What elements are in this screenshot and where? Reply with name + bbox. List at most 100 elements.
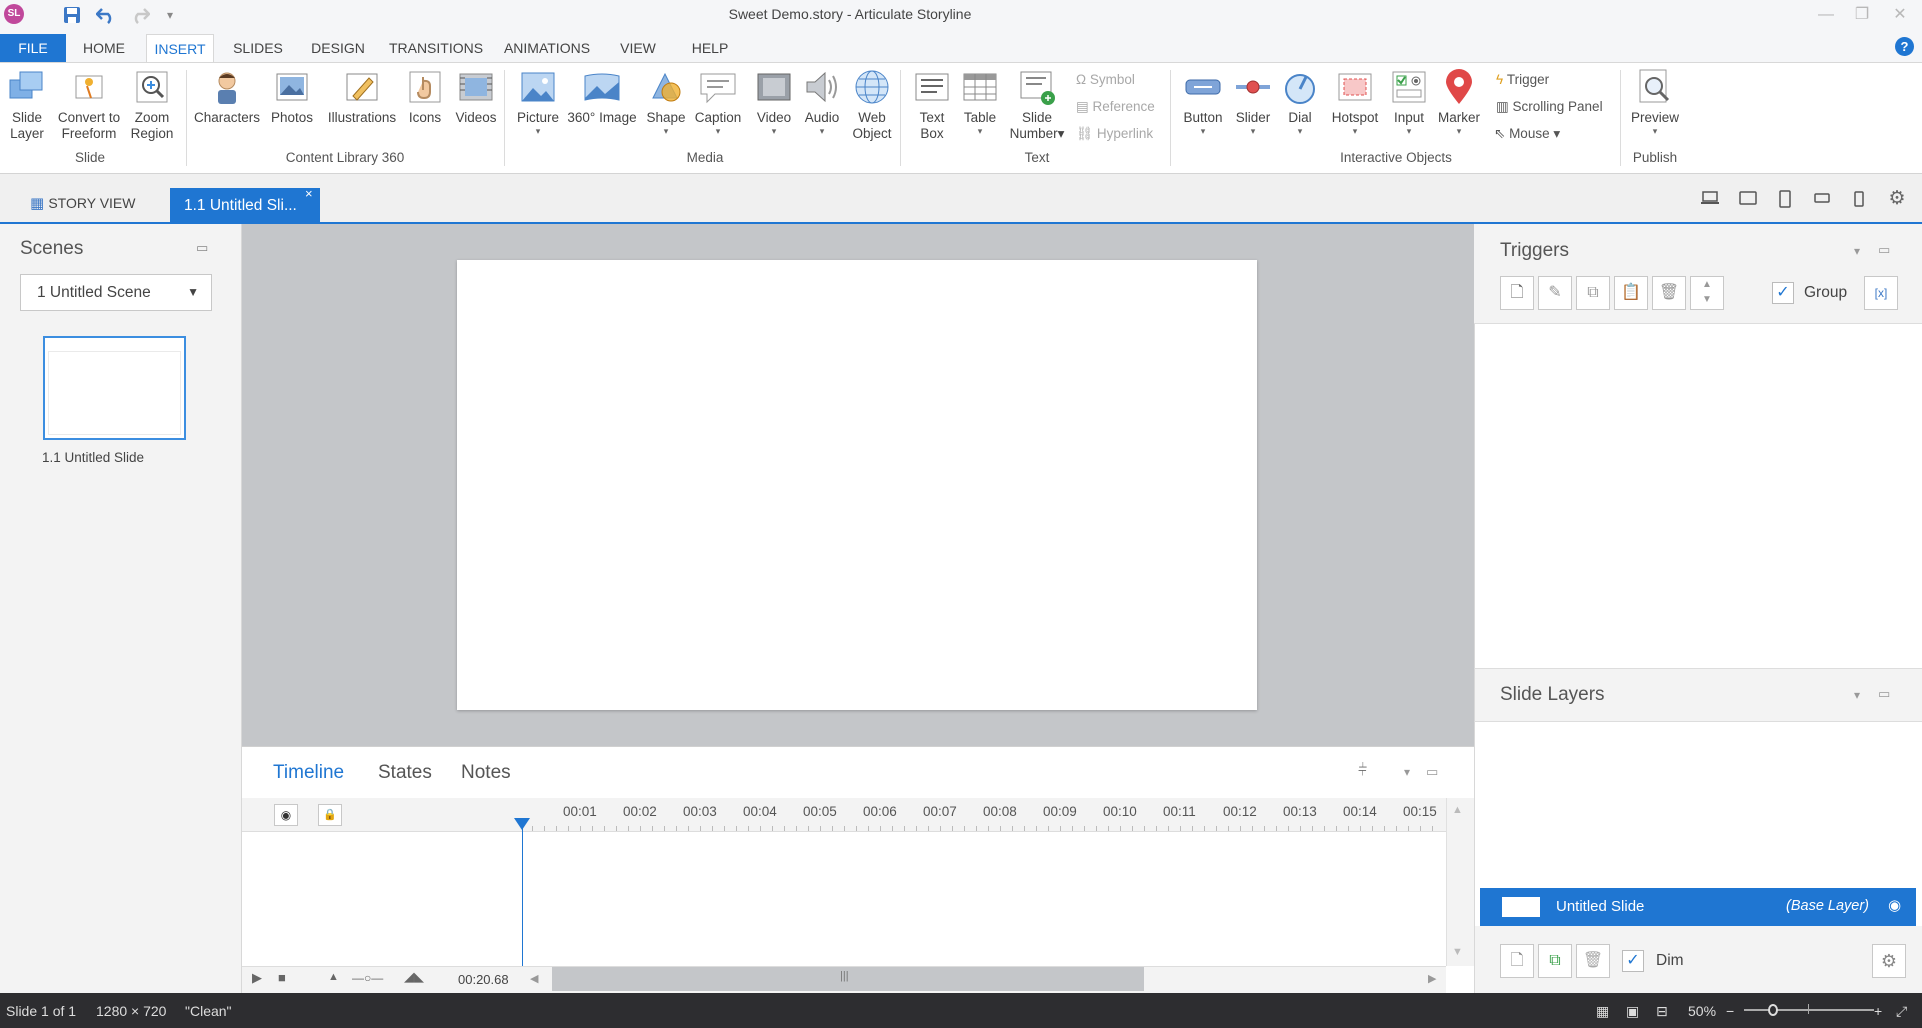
symbol-button[interactable]: Ω Symbol (1076, 69, 1135, 91)
caption-button[interactable]: Caption ▾ (692, 68, 744, 136)
timeline-zoom-slider[interactable]: —○— (352, 971, 383, 985)
tab-view[interactable]: VIEW (618, 34, 658, 62)
hotspot-button[interactable]: Hotspot ▾ (1326, 68, 1384, 136)
panel-dropdown-icon[interactable]: ▾ (1854, 244, 1860, 258)
scroll-left-icon[interactable]: ◀ (530, 972, 538, 985)
zoom-out-button[interactable]: − (1726, 1003, 1734, 1019)
normal-view-icon[interactable]: ▦ (1596, 1003, 1609, 1020)
hyperlink-button[interactable]: ⛓ Hyperlink (1076, 123, 1153, 145)
new-layer-icon[interactable]: 🗋 (1500, 944, 1534, 978)
reading-view-icon[interactable]: ⊟ (1656, 1003, 1668, 1020)
phone-landscape-icon[interactable] (1811, 190, 1833, 210)
move-trigger-icon[interactable]: ▲ ▼ (1690, 276, 1724, 310)
new-trigger-icon[interactable]: 🗋 (1500, 276, 1534, 310)
characters-button[interactable]: Characters (192, 68, 262, 126)
panel-dropdown-icon[interactable]: ▾ (1404, 765, 1410, 779)
tablet-portrait-icon[interactable] (1774, 190, 1796, 210)
panel-restore-icon[interactable]: ▭ (1878, 686, 1890, 702)
marker-button[interactable]: Marker ▾ (1434, 68, 1484, 136)
tab-notes[interactable]: Notes (461, 762, 511, 784)
illustrations-button[interactable]: Illustrations (322, 68, 402, 126)
tab-design[interactable]: DESIGN (308, 34, 368, 62)
picture-button[interactable]: Picture ▾ (512, 68, 564, 136)
copy-trigger-icon[interactable]: ⧉ (1576, 276, 1610, 310)
slider-button[interactable]: Slider ▾ (1230, 68, 1276, 136)
text-box-button[interactable]: Text Box (908, 68, 956, 142)
panel-dropdown-icon[interactable]: ▾ (1854, 688, 1860, 702)
zoom-in-button[interactable]: + (1874, 1003, 1882, 1019)
web-object-button[interactable]: Web Object (848, 68, 896, 142)
photos-button[interactable]: Photos (266, 68, 318, 126)
tab-home[interactable]: HOME (80, 34, 128, 62)
reference-button[interactable]: ▤ Reference (1076, 96, 1155, 118)
preview-button[interactable]: Preview ▾ (1628, 68, 1682, 136)
dial-button[interactable]: Dial ▾ (1278, 68, 1322, 136)
tab-timeline[interactable]: Timeline (273, 762, 344, 784)
audio-button[interactable]: Audio ▾ (800, 68, 844, 136)
scene-dropdown[interactable]: 1 Untitled Scene ▼ (20, 274, 212, 311)
tablet-landscape-icon[interactable] (1737, 190, 1759, 210)
edit-trigger-icon[interactable]: ✎ (1538, 276, 1572, 310)
play-icon[interactable]: ▶ (252, 970, 262, 986)
mouse-button[interactable]: ⇖ Mouse ▾ (1494, 123, 1560, 145)
slide-tab[interactable]: 1.1 Untitled Sli... (170, 188, 320, 224)
icons-button[interactable]: Icons (404, 68, 446, 126)
tab-file[interactable]: FILE (0, 34, 66, 62)
zoom-slider-track[interactable] (1744, 1009, 1874, 1011)
phone-portrait-icon[interactable] (1848, 190, 1870, 210)
variables-icon[interactable]: [x] (1864, 276, 1898, 310)
close-tab-icon[interactable]: × (305, 186, 313, 201)
slide-view-icon[interactable]: ▣ (1626, 1003, 1639, 1020)
fit-to-window-icon[interactable]: ⤢ (1896, 1003, 1907, 1020)
convert-to-freeform-button[interactable]: Convert to Freeform (54, 68, 124, 142)
input-button[interactable]: Input ▾ (1386, 68, 1432, 136)
zoom-region-button[interactable]: Zoom Region (128, 68, 176, 142)
video-button[interactable]: Video ▾ (752, 68, 796, 136)
shape-button[interactable]: Shape ▾ (642, 68, 690, 136)
delete-trigger-icon[interactable]: 🗑 (1652, 276, 1686, 310)
lock-icon[interactable]: 🔒 (318, 804, 342, 826)
paste-trigger-icon[interactable]: 📋 (1614, 276, 1648, 310)
tab-transitions[interactable]: TRANSITIONS (388, 34, 484, 62)
restore-button[interactable]: ❐ (1849, 4, 1875, 26)
button-insert-button[interactable]: Button ▾ (1178, 68, 1228, 136)
base-layer-row[interactable]: Untitled Slide (Base Layer) ◉ (1480, 888, 1916, 926)
eye-icon[interactable]: ◉ (274, 804, 298, 826)
help-icon[interactable]: ? (1895, 37, 1914, 56)
scrolling-panel-button[interactable]: ▥ Scrolling Panel (1496, 96, 1603, 118)
tab-help[interactable]: HELP (690, 34, 730, 62)
eye-icon[interactable]: ◉ (1888, 896, 1901, 914)
zoom-out-mountain-icon[interactable]: ▲ (328, 971, 339, 983)
stop-icon[interactable]: ■ (278, 970, 286, 985)
panel-restore-icon[interactable]: ▭ (196, 240, 208, 256)
desktop-preview-icon[interactable] (1699, 190, 1721, 210)
timeline-vertical-scrollbar[interactable] (1446, 798, 1474, 966)
zoom-slider-thumb[interactable] (1768, 1004, 1778, 1016)
tab-states[interactable]: States (378, 762, 432, 784)
tab-insert[interactable]: INSERT (146, 34, 214, 63)
scroll-down-icon[interactable]: ▼ (1452, 946, 1463, 958)
minimize-button[interactable]: — (1813, 4, 1839, 26)
slide-number-button[interactable]: Slide Number▾ (1006, 68, 1068, 142)
gear-icon[interactable]: ⚙ (1886, 187, 1908, 209)
delete-layer-icon[interactable]: 🗑 (1576, 944, 1610, 978)
slide-layer-button[interactable]: Slide Layer (6, 68, 48, 142)
layer-settings-gear-icon[interactable]: ⚙ (1872, 944, 1906, 978)
playhead-marker[interactable] (514, 818, 530, 830)
videos-button[interactable]: Videos (452, 68, 500, 126)
slide-canvas[interactable] (457, 260, 1257, 710)
story-view-tab[interactable]: ▦ STORY VIEW (30, 188, 135, 218)
close-window-button[interactable]: ✕ (1887, 4, 1913, 26)
group-checkbox[interactable]: ✓ (1772, 282, 1794, 304)
panel-restore-icon[interactable]: ▭ (1426, 764, 1438, 780)
scroll-right-icon[interactable]: ▶ (1428, 972, 1436, 985)
trigger-button[interactable]: ϟ Trigger (1496, 69, 1549, 91)
zoom-in-mountain-icon[interactable]: ◢◣ (404, 969, 424, 985)
tab-slides[interactable]: SLIDES (230, 34, 286, 62)
table-button[interactable]: Table ▾ (958, 68, 1002, 136)
scroll-up-icon[interactable]: ▲ (1452, 804, 1463, 816)
duplicate-layer-icon[interactable]: ⧉ (1538, 944, 1572, 978)
align-icon[interactable]: ⫩ (1358, 762, 1367, 780)
tab-animations[interactable]: ANIMATIONS (502, 34, 592, 62)
panel-restore-icon[interactable]: ▭ (1878, 242, 1890, 258)
